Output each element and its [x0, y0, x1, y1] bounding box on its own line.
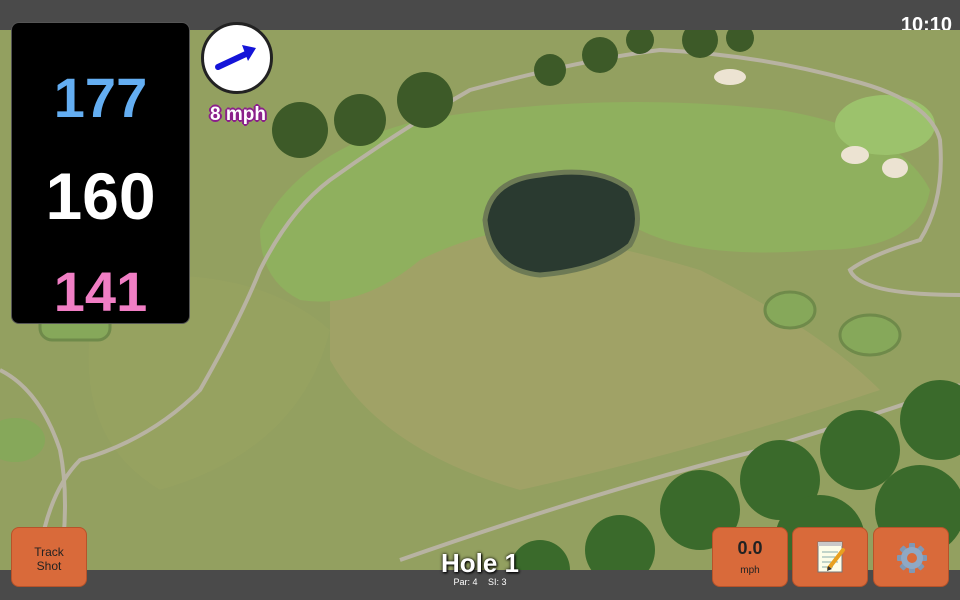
- settings-button[interactable]: [873, 527, 949, 587]
- track-shot-label-line1: Track: [34, 545, 64, 559]
- wind-speed: 8 mph: [210, 104, 266, 125]
- distance-middle: 160: [45, 159, 156, 233]
- distance-front: 141: [53, 260, 148, 323]
- hole-stroke-index: SI: 3: [488, 577, 507, 587]
- hole-title: Hole 1: [440, 548, 520, 578]
- wind-direction-dial: [201, 22, 273, 94]
- track-shot-button[interactable]: Track Shot: [11, 527, 87, 587]
- distance-back: 177: [53, 66, 148, 129]
- hole-par: Par: 4: [453, 577, 478, 587]
- hole-info: Par: 4 SI: 3: [380, 577, 580, 587]
- track-shot-label-line2: Shot: [36, 559, 62, 573]
- speed-unit: mph: [740, 565, 760, 576]
- speed-value: 0.0: [737, 538, 763, 558]
- distance-panel: 177 160 141: [11, 22, 190, 324]
- speed-button[interactable]: 0.0 mph: [712, 527, 788, 587]
- notes-button[interactable]: [792, 527, 868, 587]
